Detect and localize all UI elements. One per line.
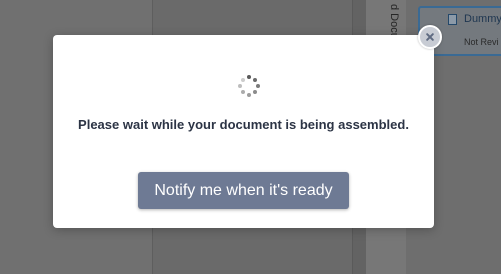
loading-spinner-icon: [238, 75, 260, 97]
notify-button[interactable]: Notify me when it's ready: [138, 172, 349, 209]
document-card-title: Dummy: [464, 13, 501, 25]
vertical-tab-label: d Docu: [388, 4, 400, 39]
document-icon: [448, 14, 457, 25]
document-card-status: Not Revi: [464, 37, 499, 47]
close-icon[interactable]: [418, 25, 442, 49]
assembly-modal: Please wait while your document is being…: [53, 35, 434, 228]
modal-message: Please wait while your document is being…: [78, 117, 409, 132]
app-backdrop: d Docu Dummy Not Revi Please wait while …: [0, 0, 501, 274]
